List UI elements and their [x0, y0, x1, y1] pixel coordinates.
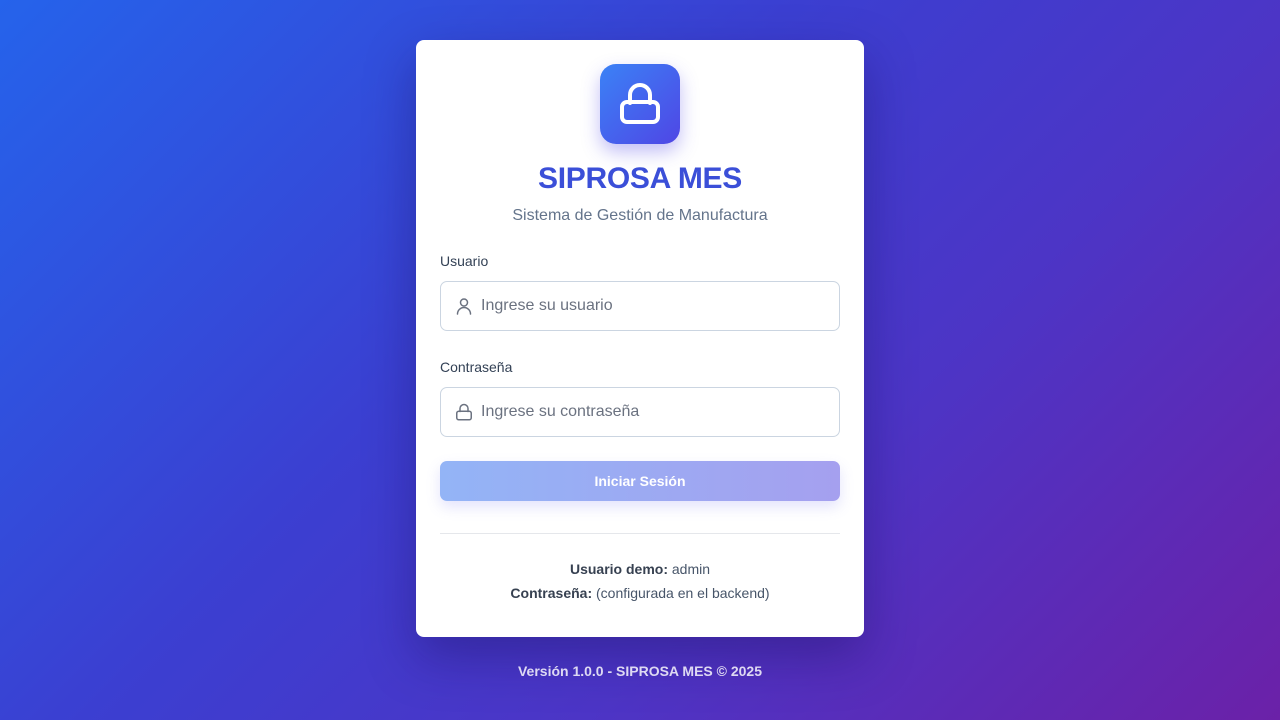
password-input[interactable]	[441, 388, 839, 436]
password-label: Contraseña	[440, 359, 513, 375]
username-input[interactable]	[441, 282, 839, 330]
username-field[interactable]	[440, 281, 840, 331]
demo-password-line: Contraseña: (configurada en el backend)	[440, 581, 840, 605]
login-button[interactable]: Iniciar Sesión	[440, 461, 840, 501]
username-label: Usuario	[440, 253, 489, 269]
logo-badge	[600, 64, 680, 144]
app-title: SIPROSA MES	[538, 162, 742, 195]
version-footer: Versión 1.0.0 - SIPROSA MES © 2025	[517, 663, 762, 679]
login-card: SIPROSA MES Sistema de Gestión de Manufa…	[416, 40, 864, 637]
demo-password-label: Contraseña:	[510, 585, 593, 601]
lock-icon	[620, 83, 660, 124]
demo-user-value: admin	[671, 561, 711, 577]
demo-password-value: (configurada en el backend)	[596, 585, 770, 601]
password-field[interactable]	[440, 387, 840, 437]
app-subtitle: Sistema de Gestión de Manufactura	[512, 207, 768, 224]
divider	[440, 533, 840, 534]
demo-credentials: Usuario demo: admin Contraseña: (configu…	[440, 557, 840, 605]
demo-user-line: Usuario demo: admin	[440, 557, 840, 581]
demo-user-label: Usuario demo:	[569, 561, 668, 577]
